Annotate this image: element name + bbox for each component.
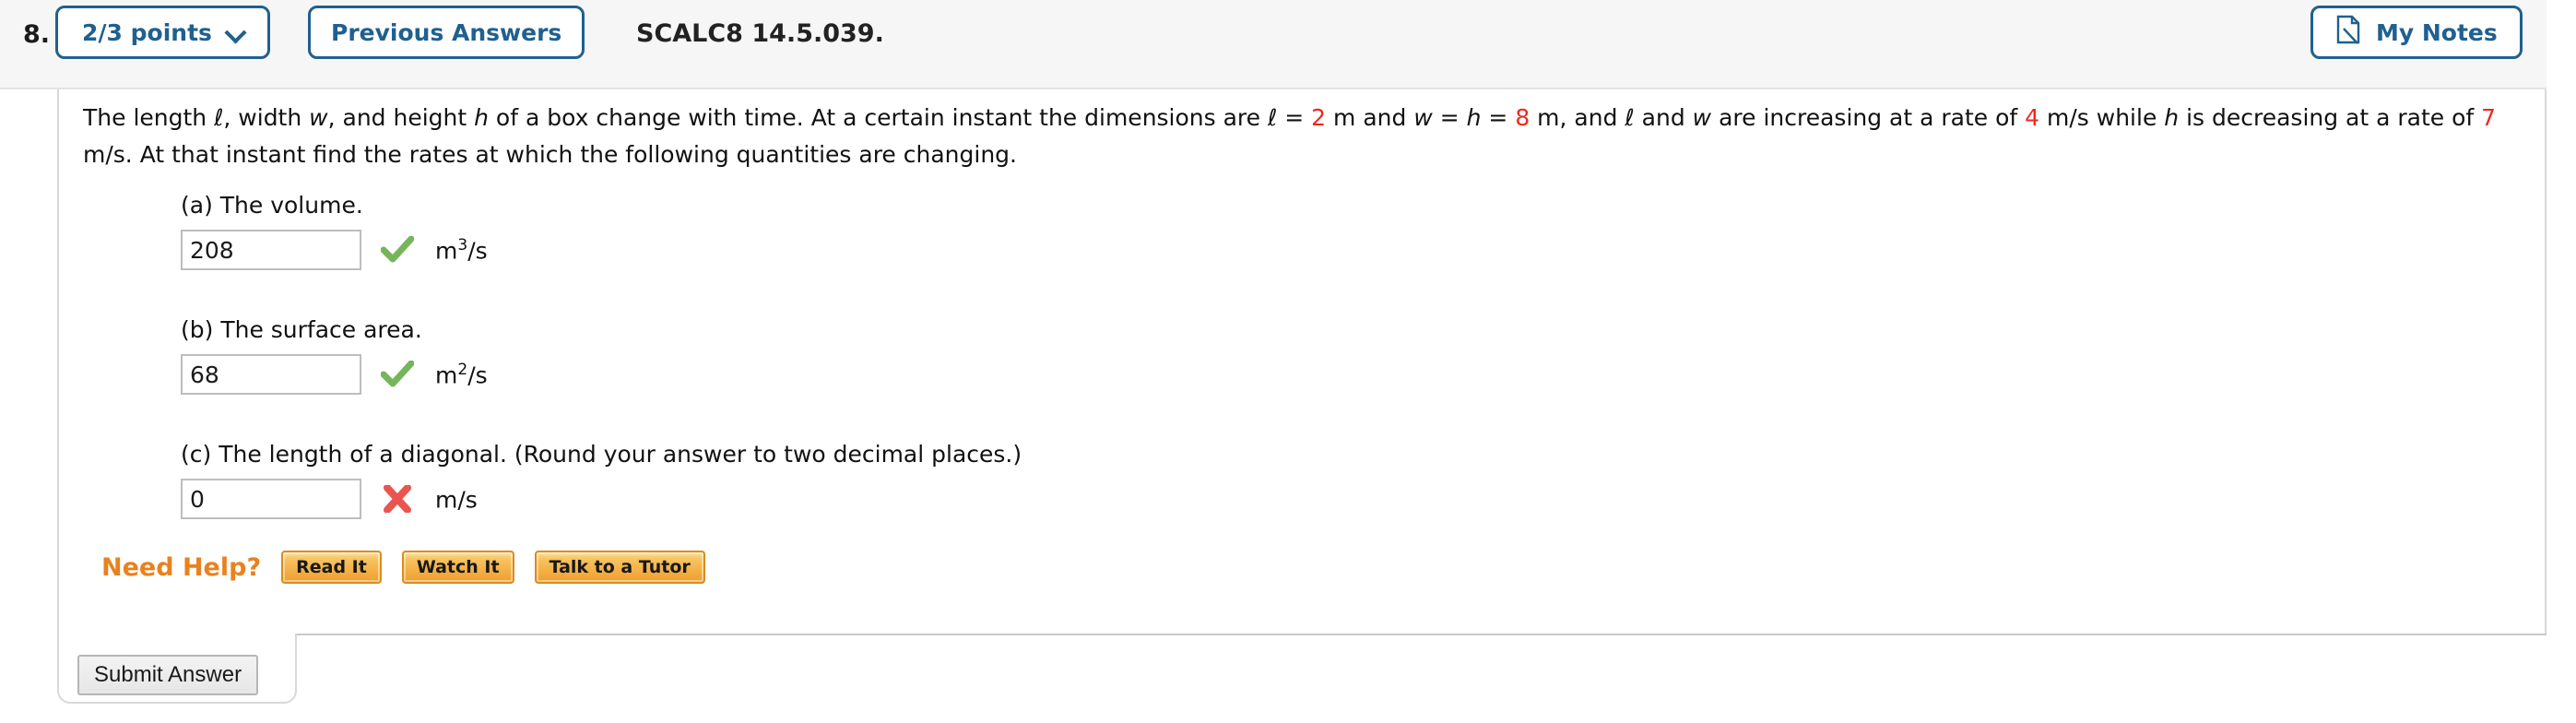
problem-text: , and height [327, 104, 475, 131]
variable-h: h [2164, 104, 2180, 131]
points-dropdown-button[interactable]: 2/3 points [55, 6, 270, 59]
problem-text: m and [1326, 104, 1414, 131]
variable-w: w [1413, 104, 1433, 131]
unit-tail: /s [467, 237, 488, 265]
part-a-answer-input[interactable] [181, 230, 361, 270]
question-number: 8. [22, 20, 50, 49]
unit-base: m [435, 486, 458, 514]
correct-check-icon [372, 361, 422, 388]
need-help-row: Need Help? Read It Watch It Talk to a Tu… [101, 551, 705, 584]
variable-h: h [1466, 104, 1482, 131]
problem-text: The length [83, 104, 215, 131]
part-b-answer-row: m2/s [181, 354, 488, 395]
value-width-height: 8 [1515, 104, 1530, 131]
variable-h: h [474, 104, 489, 131]
problem-text: and [1634, 104, 1693, 131]
unit-tail: /s [467, 362, 488, 389]
content-left-divider [57, 89, 59, 634]
unit-exponent: 2 [457, 360, 468, 379]
problem-text: is decreasing at a rate of [2179, 104, 2482, 131]
part-c-answer-row: m/s [181, 479, 1022, 519]
part-c-unit: m/s [435, 485, 478, 513]
part-a-answer-row: m3/s [181, 230, 488, 270]
problem-text: of a box change with time. At a certain … [488, 104, 1268, 131]
read-it-button[interactable]: Read It [281, 551, 382, 584]
part-a-label: (a) The volume. [181, 192, 363, 219]
correct-check-icon [372, 236, 422, 264]
part-c: (c) The length of a diagonal. (Round you… [181, 441, 1022, 519]
question-header-bar: 8. 2/3 points Previous Answers SCALC8 14… [0, 0, 2546, 89]
points-label: 2/3 points [82, 18, 212, 46]
talk-to-a-tutor-button[interactable]: Talk to a Tutor [534, 551, 705, 584]
previous-answers-button[interactable]: Previous Answers [308, 6, 585, 59]
unit-tail: /s [457, 486, 478, 514]
incorrect-x-icon [372, 485, 422, 513]
need-help-label: Need Help? [101, 552, 262, 582]
part-b-unit: m2/s [435, 361, 488, 388]
part-a-unit: m3/s [435, 236, 488, 264]
part-c-answer-input[interactable] [181, 479, 361, 519]
chevron-down-icon [227, 25, 247, 37]
watch-it-button[interactable]: Watch It [401, 551, 514, 584]
value-length: 2 [1311, 104, 1327, 131]
question-page: 8. 2/3 points Previous Answers SCALC8 14… [0, 0, 2576, 723]
problem-text: m/s. At that instant find the rates at w… [83, 141, 1017, 168]
my-notes-label: My Notes [2376, 18, 2498, 46]
equals-sign: = [1277, 104, 1312, 131]
content-right-divider [2545, 89, 2546, 634]
problem-text: m/s while [2039, 104, 2165, 131]
variable-w: w [309, 104, 328, 131]
question-code: SCALC8 14.5.039. [636, 19, 884, 48]
note-page-icon [2335, 15, 2361, 50]
part-a: (a) The volume. m3/s [181, 192, 488, 270]
problem-statement: The length ℓ, width w, and height h of a… [83, 100, 2517, 173]
unit-base: m [435, 237, 458, 265]
problem-text: m, and [1530, 104, 1625, 131]
part-b-label: (b) The surface area. [181, 316, 422, 343]
equals-sign: = [1432, 104, 1467, 131]
part-b: (b) The surface area. m2/s [181, 316, 488, 395]
problem-text: are increasing at a rate of [1711, 104, 2026, 131]
variable-w: w [1692, 104, 1712, 131]
variable-l: ℓ [214, 104, 224, 131]
my-notes-button[interactable]: My Notes [2310, 6, 2523, 59]
submit-section-divider [295, 634, 2546, 635]
unit-exponent: 3 [457, 235, 468, 255]
value-rate-lw: 4 [2025, 104, 2040, 131]
equals-sign: = [1481, 104, 1516, 131]
submit-answer-button[interactable]: Submit Answer [77, 655, 259, 695]
variable-l: ℓ [1268, 104, 1278, 131]
value-rate-h: 7 [2481, 104, 2497, 131]
problem-text: , width [223, 104, 310, 131]
variable-l: ℓ [1625, 104, 1635, 131]
part-b-answer-input[interactable] [181, 354, 361, 395]
part-c-label: (c) The length of a diagonal. (Round you… [181, 441, 1022, 468]
previous-answers-label: Previous Answers [331, 18, 562, 46]
unit-base: m [435, 362, 458, 389]
